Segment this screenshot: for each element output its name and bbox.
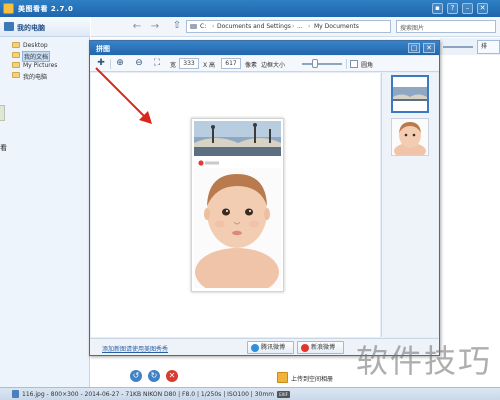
address-bar[interactable]: C: › Documents and Settings › ... › My D… [186,20,391,33]
sina-weibo-icon [301,344,309,352]
close-button[interactable]: ✕ [477,3,488,14]
back-arrow-icon[interactable]: ← [131,21,143,33]
folder-tree-pane: 我的电脑 Desktop 我的文档 My Pictures 我的电脑 看 [0,17,90,387]
dialog-toolbar: ✚ ⊕ ⊖ ⛶ 宽 333 X 高 617 像素 边框大小 圆角 [90,56,439,72]
thumbnail-bridge[interactable] [391,75,429,113]
toolbar-separator [110,59,111,69]
meitu-xiuxiu-link[interactable]: 添加新图请使用美图秀秀 [102,344,168,353]
maximize-button[interactable]: □ [408,43,420,53]
breadcrumb-documents-settings[interactable]: Documents and Settings [217,23,291,30]
border-size-label: 边框大小 [261,62,286,69]
rotate-left-icon[interactable]: ↺ [130,370,142,382]
skin-icon[interactable]: ▪ [432,3,443,14]
tencent-weibo-button[interactable]: 腾讯微博 [247,341,294,354]
folder-icon [12,52,20,58]
rotate-right-icon[interactable]: ↻ [148,370,160,382]
partial-label: 看 [0,144,7,152]
height-input[interactable]: 617 [221,58,241,69]
tree-item-desktop[interactable]: Desktop [12,41,86,51]
forward-arrow-icon[interactable]: → [149,21,161,33]
add-image-icon[interactable]: ✚ [96,59,106,69]
folder-tree-header[interactable]: 我的电脑 [0,17,90,37]
exif-badge[interactable]: EXIF [277,391,290,398]
border-size-slider[interactable] [302,63,342,65]
width-label: 宽 [170,62,177,69]
sina-weibo-button[interactable]: 新浪微博 [297,341,344,354]
breadcrumb-separator: › [292,23,295,30]
minimize-button[interactable]: – [462,3,473,14]
tree-item-my-pictures[interactable]: My Pictures [12,61,86,71]
breadcrumb-drive[interactable]: C: [200,23,206,30]
unit-label: 像素 [245,62,258,69]
tree-item-label: Desktop [23,42,48,49]
thumbnail-baby[interactable] [391,118,429,156]
rounded-corner-label: 圆角 [361,62,374,69]
breadcrumb-my-documents[interactable]: My Documents [314,23,359,30]
status-text: 116.jpg - 800×300 - 2014-06-27 - 71KB NI… [22,391,275,398]
rounded-corner-checkbox[interactable] [350,60,358,68]
tencent-weibo-label: 腾讯微博 [261,344,286,351]
delete-icon[interactable]: ✕ [166,370,178,382]
folder-icon [12,72,20,78]
app-title: 美图看看 2.7.0 [18,5,74,13]
puzzle-canvas[interactable] [91,73,380,337]
sort-button-label: 排 [481,43,488,50]
slider-handle[interactable] [312,59,318,68]
partial-thumbnail [0,105,5,121]
zoom-slider[interactable] [443,46,473,48]
app-logo-icon [3,3,14,14]
upload-album-icon[interactable] [277,372,288,383]
folder-icon [12,42,20,48]
folder-icon [12,62,20,68]
width-input[interactable]: 333 [179,58,199,69]
search-input[interactable]: 搜索图片 [396,20,496,33]
puzzle-preview-card[interactable] [191,118,284,292]
search-placeholder: 搜索图片 [400,25,425,32]
meitu-logo [198,160,220,166]
toolbar-separator [346,59,347,69]
folder-tree-title: 我的电脑 [17,24,45,32]
help-icon[interactable]: ? [447,3,458,14]
sina-weibo-label: 新浪微博 [311,344,336,351]
status-bar: 116.jpg - 800×300 - 2014-06-27 - 71KB NI… [0,387,500,400]
image-file-icon [12,390,19,398]
thumbnail-strip [381,73,438,337]
upload-album-label[interactable]: 上传到空间相册 [291,374,333,383]
dialog-title: 拼图 [96,45,110,53]
breadcrumb-separator: › [212,23,215,30]
address-toolbar: ← → ⇧ C: › Documents and Settings › ... … [91,17,500,37]
tree-item-my-computer[interactable]: 我的电脑 [12,71,86,81]
breadcrumb-ellipsis[interactable]: ... [297,23,303,30]
fit-to-window-icon[interactable]: ⛶ [152,59,162,69]
bridge-photo[interactable] [194,121,281,156]
tree-item-label: My Pictures [23,62,58,69]
puzzle-dialog: 拼图 □ ✕ ✚ ⊕ ⊖ ⛶ 宽 333 X 高 617 像素 边框大小 圆角 [89,40,440,356]
breadcrumb-separator: › [308,23,311,30]
dialog-close-button[interactable]: ✕ [423,43,435,53]
baby-photo[interactable] [194,168,281,288]
watermark-text: 软件技巧 [356,342,493,380]
computer-icon [4,22,14,31]
tree-item-label: 我的文档 [21,51,51,62]
zoom-in-icon[interactable]: ⊕ [115,59,125,69]
drive-icon [190,24,197,29]
tencent-weibo-icon [251,344,259,352]
zoom-out-icon[interactable]: ⊖ [134,59,144,69]
height-label: X 高 [203,62,216,69]
dialog-titlebar[interactable]: 拼图 □ ✕ [90,41,439,55]
tree-item-my-documents[interactable]: 我的文档 [12,51,86,62]
sort-button[interactable]: 排 [477,40,500,54]
main-titlebar: 美图看看 2.7.0 ▪ ? – ✕ [0,0,500,17]
tree-item-label: 我的电脑 [23,74,48,81]
up-folder-icon[interactable]: ⇧ [171,20,183,33]
